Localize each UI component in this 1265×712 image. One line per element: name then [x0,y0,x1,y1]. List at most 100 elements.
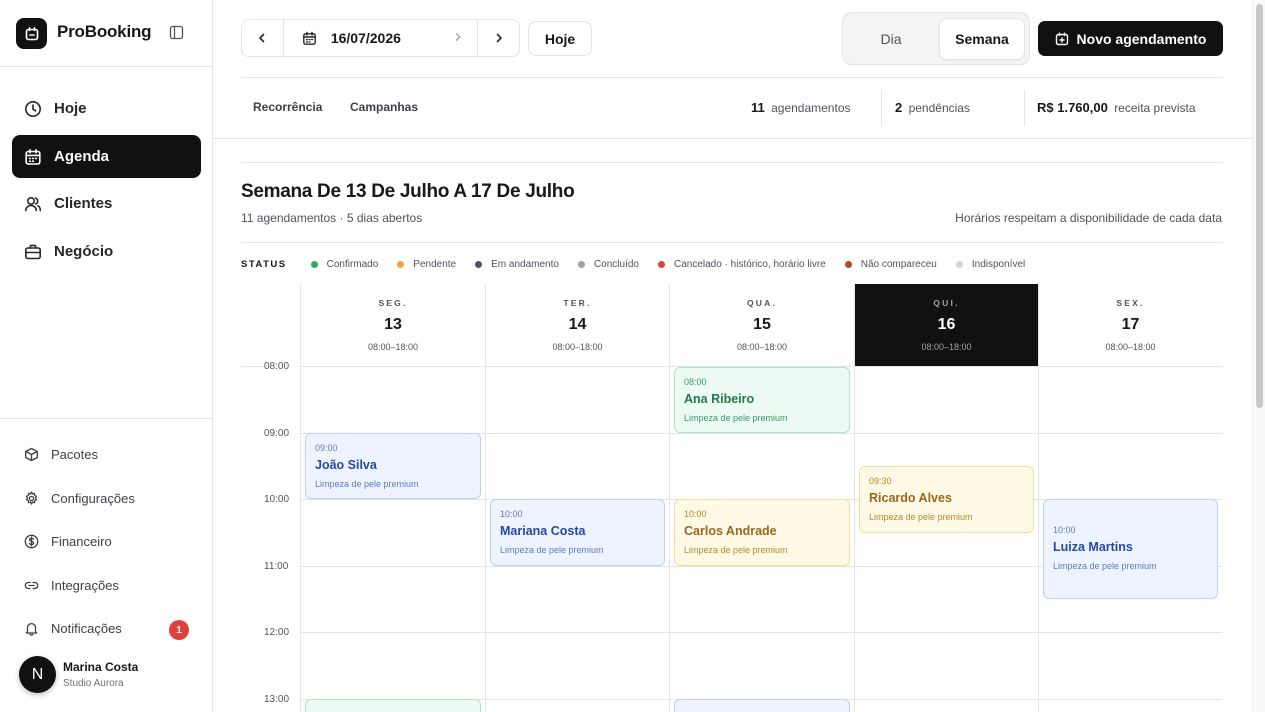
calendar-icon [24,148,42,166]
day-name: QUA. [746,298,778,308]
appointment-client: Ricardo Alves [869,491,952,505]
user-studio: Studio Aurora [63,678,124,689]
appointment-card[interactable]: 10:00 Mariana Costa Limpeza de pele prem… [490,499,665,566]
date-picker: 16/07/2026 [241,19,520,57]
time-label: 08:00 [264,361,290,372]
stat-label: pendências [908,101,970,115]
appointment-service: Limpeza de pele premium [500,545,604,555]
appointment-card[interactable]: 10:00 Luiza Martins Limpeza de pele prem… [1043,499,1218,599]
tab-campanhas[interactable]: Campanhas [350,100,418,114]
appointment-time: 09:30 [869,476,892,486]
stat-label: agendamentos [771,101,851,115]
tab-recorrencia[interactable]: Recorrência [253,100,322,114]
new-appointment-label: Novo agendamento [1076,30,1207,47]
status-dot [310,260,318,268]
appointment-service: Limpeza de pele premium [1053,561,1157,571]
legend-label: Confirmado [326,258,379,270]
view-day-button[interactable]: Dia [843,13,939,64]
day-header-sex[interactable]: SEX. 17 08:00–18:00 [1039,284,1222,366]
day-date: 13 [384,316,402,333]
legend-item: Cancelado · histórico, horário livre [657,259,826,270]
appointment-card-partial[interactable] [305,699,481,712]
package-icon [24,447,39,462]
status-dot [397,260,405,268]
status-dot [955,260,963,268]
header-divider [213,138,1252,139]
appointment-client: Luiza Martins [1053,540,1133,554]
appointment-time: 10:00 [500,509,523,519]
day-header-qui[interactable]: QUI. 16 08:00–18:00 [855,284,1038,366]
brand-name: ProBooking [57,22,152,41]
subnav-item-financeiro[interactable]: Financeiro [24,531,112,551]
stat-label: receita prevista [1114,101,1196,115]
page-scrollbar[interactable] [1252,0,1265,712]
appointment-time: 10:00 [684,509,707,519]
subnav-item-configuracoes[interactable]: Configurações [24,488,135,508]
appointment-service: Limpeza de pele premium [684,545,788,555]
appointment-card[interactable]: 09:30 Ricardo Alves Limpeza de pele prem… [859,466,1034,533]
next-period-button[interactable] [478,20,519,56]
appointment-time: 08:00 [684,377,707,387]
link-icon [24,578,39,593]
stat-pending: 2 pendências [895,100,970,115]
chevron-right-icon [453,32,463,42]
chevron-left-icon [259,33,265,43]
legend-item: Não compareceu [844,258,937,270]
scrollbar-thumb[interactable] [1256,4,1263,408]
briefcase-icon [24,243,42,261]
current-date: 16/07/2026 [330,30,401,46]
day-header-ter[interactable]: TER. 14 08:00–18:00 [486,284,669,366]
gear-icon [24,490,39,506]
nav-item-clientes[interactable]: Clientes [12,182,201,225]
hour-tick [241,366,265,367]
day-date: 17 [1121,316,1140,333]
sidebar-toggle-icon[interactable] [169,25,184,40]
nav-item-hoje[interactable]: Hoje [12,87,201,130]
day-name: SEG. [378,298,408,308]
legend-item: Pendente [397,259,456,270]
stat-value: 2 [895,100,903,115]
appointment-card[interactable]: 08:00 Ana Ribeiro Limpeza de pele premiu… [674,367,850,433]
appointment-client: João Silva [315,458,377,472]
prev-period-button[interactable] [242,20,283,56]
legend-label: Não compareceu [860,258,937,270]
legend-item: Confirmado [310,258,379,270]
status-dot [657,260,665,268]
sidebar: ProBooking Hoje Agenda Clientes Negócio … [0,0,213,712]
view-week-button[interactable]: Semana [939,18,1025,60]
date-display[interactable]: 16/07/2026 [282,20,479,56]
day-date: 15 [753,316,771,333]
time-label: 09:00 [264,428,290,439]
legend-label: Concluído [593,258,639,270]
nav-item-agenda[interactable]: Agenda [12,135,201,178]
status-dot [844,260,852,268]
legend-label: Indisponível [971,258,1026,270]
avatar[interactable]: N [19,656,56,693]
day-column-divider [1038,284,1039,712]
time-label: 10:00 [264,494,290,505]
appointment-card[interactable]: 09:00 João Silva Limpeza de pele premium [305,433,481,499]
availability-note: Horários respeitam a disponibilidade de … [955,211,1222,225]
calendar-icon [302,31,317,46]
status-dot [577,260,585,268]
appointment-card[interactable]: 10:00 Carlos Andrade Limpeza de pele pre… [674,499,850,566]
day-column-divider [485,284,486,712]
sidebar-divider [0,418,212,419]
subnav-item-notificacoes[interactable]: Notificações [24,618,122,638]
status-dot [475,260,483,268]
subnav-item-integracoes[interactable]: Integrações [24,575,119,595]
new-appointment-button[interactable]: Novo agendamento [1038,21,1223,56]
nav-item-negocio[interactable]: Negócio [12,230,201,273]
page-title: Semana De 13 De Julho A 17 De Julho [241,181,575,202]
legend-item: Concluído [577,258,639,270]
today-button[interactable]: Hoje [528,21,592,56]
appointment-time: 10:00 [1053,525,1076,535]
day-hours: 08:00–18:00 [1105,342,1156,352]
appointment-client: Mariana Costa [500,524,586,538]
toolbar-divider [241,77,1223,78]
day-header-seg[interactable]: SEG. 13 08:00–18:00 [301,284,485,366]
appointment-service: Limpeza de pele premium [869,512,973,522]
day-header-qua[interactable]: QUA. 15 08:00–18:00 [670,284,854,366]
appointment-card-partial[interactable] [674,699,850,712]
subnav-item-pacotes[interactable]: Pacotes [24,444,98,464]
